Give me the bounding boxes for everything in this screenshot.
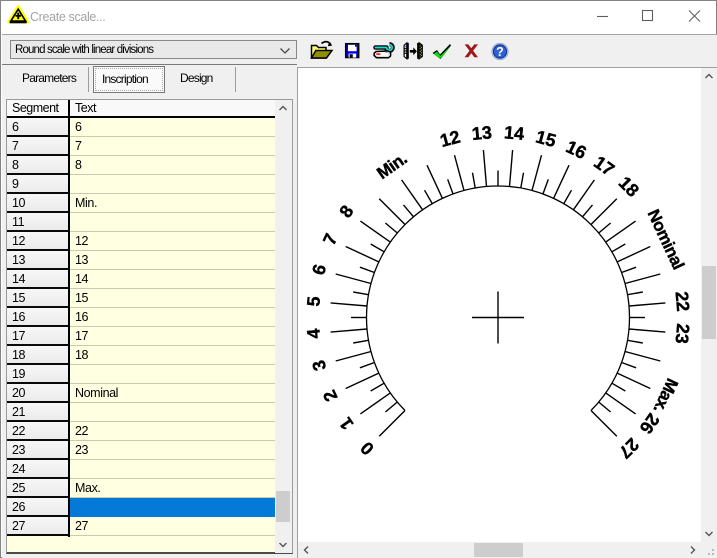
svg-text:Max.: Max. xyxy=(650,375,682,415)
svg-text:Nominal: Nominal xyxy=(644,206,688,272)
svg-text:2: 2 xyxy=(319,387,341,405)
svg-text:13: 13 xyxy=(471,122,493,144)
svg-text:27: 27 xyxy=(615,434,643,462)
svg-text:5: 5 xyxy=(303,296,324,308)
svg-text:1: 1 xyxy=(335,414,357,434)
svg-text:8: 8 xyxy=(335,202,357,222)
svg-text:17: 17 xyxy=(590,152,618,180)
svg-text:15: 15 xyxy=(534,127,559,152)
svg-text:16: 16 xyxy=(563,137,590,164)
svg-text:?: ? xyxy=(496,45,504,59)
svg-text:22: 22 xyxy=(671,291,693,313)
svg-text:4: 4 xyxy=(303,328,324,340)
svg-text:6: 6 xyxy=(308,262,330,277)
svg-text:23: 23 xyxy=(671,323,693,345)
svg-text:14: 14 xyxy=(503,122,525,144)
svg-text:18: 18 xyxy=(615,173,643,201)
svg-text:12: 12 xyxy=(438,127,463,152)
svg-text:3: 3 xyxy=(308,358,330,373)
svg-text:Min.: Min. xyxy=(373,149,410,183)
svg-text:26: 26 xyxy=(636,410,664,438)
svg-text:7: 7 xyxy=(319,231,341,249)
svg-text:0: 0 xyxy=(357,438,378,459)
